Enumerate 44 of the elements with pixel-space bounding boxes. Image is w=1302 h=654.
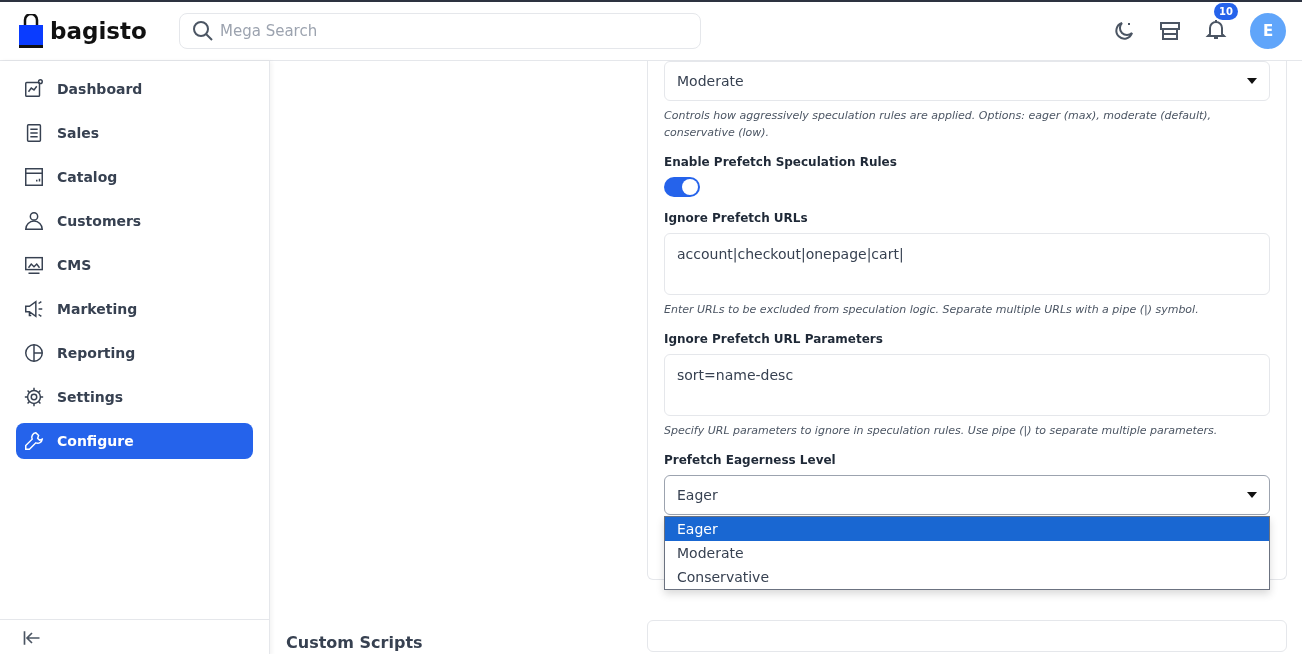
person-icon bbox=[23, 210, 45, 232]
sidebar-item[interactable]: Configure bbox=[16, 423, 253, 459]
section-title: Custom Scripts bbox=[286, 633, 423, 652]
pie-chart-icon bbox=[23, 342, 45, 364]
sidebar-item[interactable]: CMS bbox=[16, 247, 253, 283]
caret-icon bbox=[1247, 78, 1257, 84]
logo-text: bagisto bbox=[50, 18, 147, 44]
search-field[interactable]: Mega Search bbox=[179, 13, 701, 49]
sidebar-item[interactable]: Dashboard bbox=[16, 71, 253, 107]
dropdown-option[interactable]: Eager bbox=[665, 517, 1269, 541]
sidebar-item[interactable]: Catalog bbox=[16, 159, 253, 195]
field-hint: Specify URL parameters to ignore in speculation rules. Use pipe (|) to separate multiple parameters. bbox=[664, 423, 1219, 439]
sidebar-item[interactable]: Customers bbox=[16, 203, 253, 239]
shopping-bag-icon bbox=[18, 14, 44, 48]
text-area[interactable]: sort=name-desc bbox=[664, 354, 1270, 416]
field-label: Enable Prefetch Speculation Rules bbox=[664, 155, 898, 169]
field-hint: Controls how aggressively speculation rules are applied. Options: eager (max), moderate (default), conservative (low). bbox=[664, 108, 1213, 141]
field-label: Prefetch Eagerness Level bbox=[664, 453, 837, 467]
toggle-switch[interactable] bbox=[664, 177, 700, 197]
select-field[interactable]: Moderate bbox=[664, 61, 1270, 101]
text-area[interactable]: account|checkout|onepage|cart| bbox=[664, 233, 1270, 295]
notification-badge: 10 bbox=[1214, 3, 1238, 20]
select-field[interactable]: Eager bbox=[664, 475, 1270, 515]
moon-icon[interactable] bbox=[1112, 19, 1136, 43]
wrench-icon bbox=[23, 430, 45, 452]
monitor-icon bbox=[23, 254, 45, 276]
field-hint: Enter URLs to be excluded from speculation logic. Separate multiple URLs with a pipe (|) symbol. bbox=[664, 302, 1200, 318]
sidebar-item[interactable]: Sales bbox=[16, 115, 253, 151]
collapse-icon[interactable] bbox=[22, 628, 42, 648]
dropdown-option[interactable]: Conservative bbox=[665, 565, 1269, 589]
sidebar-item[interactable]: Marketing bbox=[16, 291, 253, 327]
settings-icon bbox=[23, 386, 45, 408]
megaphone-icon bbox=[23, 298, 45, 320]
sidebar-item[interactable]: Settings bbox=[16, 379, 253, 415]
caret-icon bbox=[1247, 492, 1257, 498]
sidebar-item[interactable]: Reporting bbox=[16, 335, 253, 371]
layout-icon bbox=[23, 166, 45, 188]
store-icon[interactable] bbox=[1158, 19, 1182, 43]
search-icon bbox=[191, 19, 215, 43]
bell-icon[interactable] bbox=[1204, 17, 1228, 41]
field-label: Ignore Prefetch URL Parameters bbox=[664, 332, 884, 346]
dropdown-option[interactable]: Moderate bbox=[665, 541, 1269, 565]
chart-icon bbox=[23, 78, 45, 100]
field-label: Ignore Prefetch URLs bbox=[664, 211, 809, 225]
